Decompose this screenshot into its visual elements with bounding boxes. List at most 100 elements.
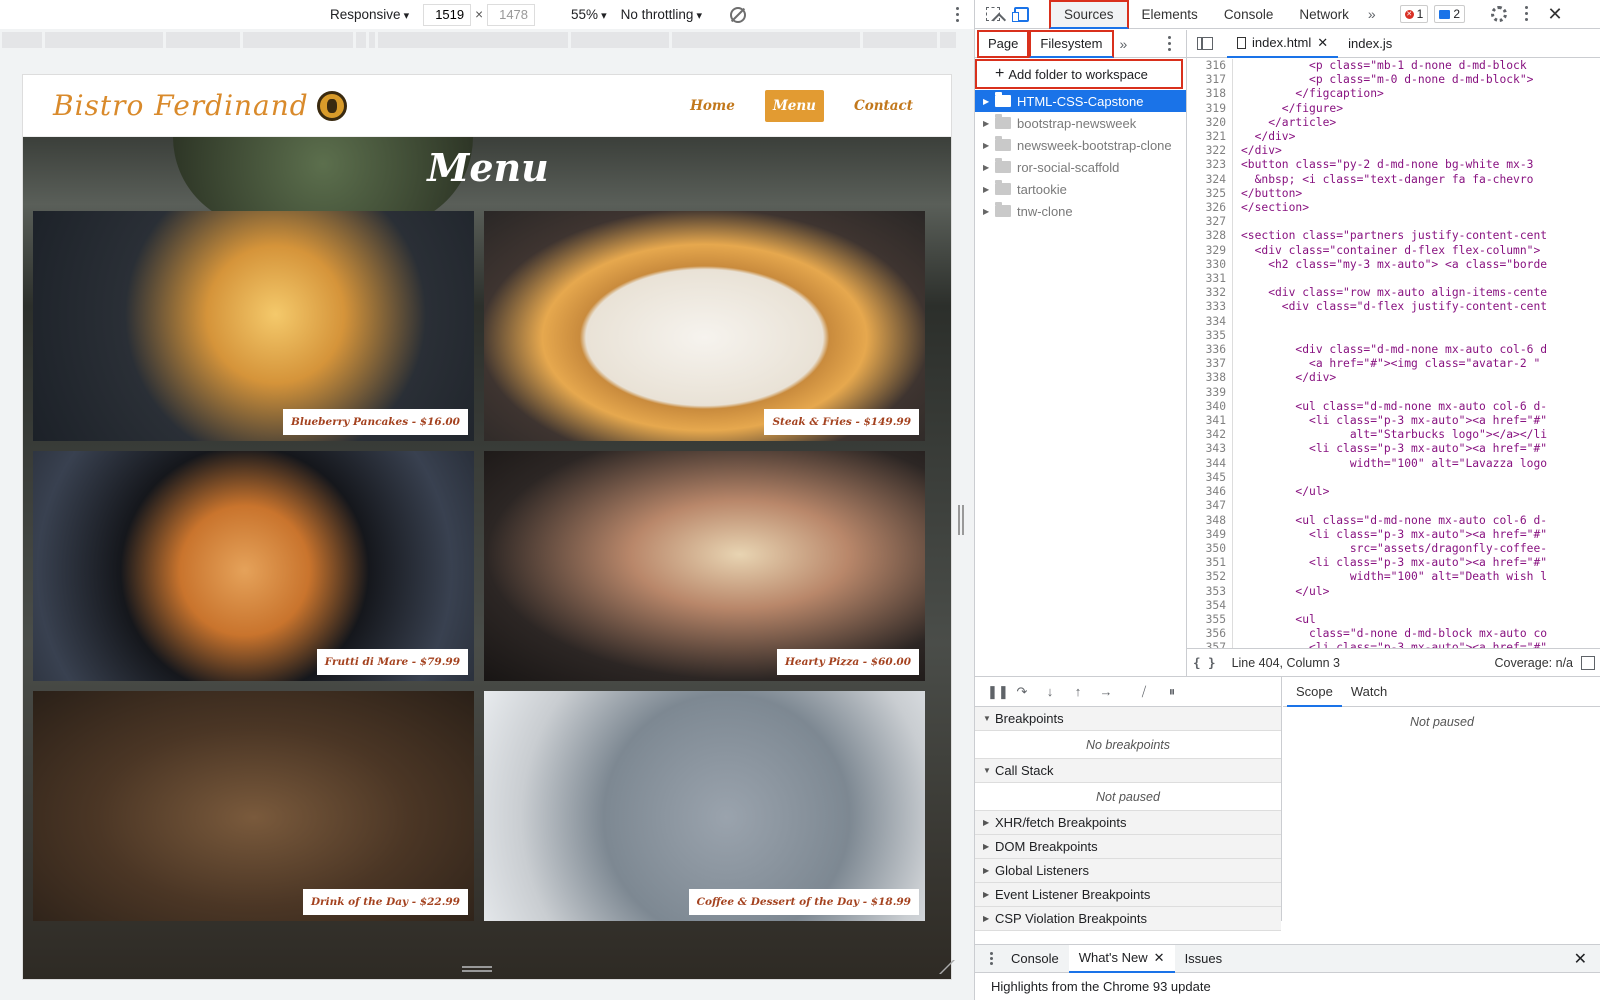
line-number[interactable]: 335 [1187,329,1226,343]
code-line[interactable]: </figcaption> [1241,87,1547,101]
code-line[interactable]: ​ [1241,599,1547,613]
line-number[interactable]: 348 [1187,514,1226,528]
folder-item[interactable]: ▶ bootstrap-newsweek [975,112,1186,134]
add-folder-button[interactable]: + Add folder to workspace [975,59,1183,89]
line-number[interactable]: 339 [1187,386,1226,400]
code-line[interactable]: <div class="d-md-none mx-auto col-6 d [1241,343,1547,357]
code-line[interactable]: ​ [1241,386,1547,400]
code-line[interactable]: <ul class="d-md-none mx-auto col-6 d- [1241,400,1547,414]
editor-tab-index-html[interactable]: index.html ✕ [1227,29,1339,58]
code-line[interactable]: <section class="partners justify-content… [1241,229,1547,243]
code-line[interactable]: <p class="m-0 d-none d-md-block"> [1241,73,1547,87]
close-tab-icon[interactable]: ✕ [1154,944,1165,972]
tab-network[interactable]: Network [1286,0,1362,29]
line-number[interactable]: 356 [1187,627,1226,641]
line-number[interactable]: 330 [1187,258,1226,272]
tab-console[interactable]: Console [1211,0,1287,29]
coverage-drawer-icon[interactable] [1581,655,1595,670]
line-number[interactable]: 347 [1187,499,1226,513]
code-view[interactable]: 316 317 318 319 320 321 322 323 324 325 326 327 328 3… [1187,59,1600,649]
folder-item[interactable]: ▶ tartookie [975,178,1186,200]
line-number[interactable]: 333 [1187,300,1226,314]
line-number[interactable]: 316 [1187,59,1226,73]
code-line[interactable]: class="d-none d-md-block mx-auto co [1241,627,1547,641]
code-line[interactable]: src="assets/dragonfly-coffee- [1241,542,1547,556]
pretty-print-icon[interactable]: { } [1193,655,1216,670]
code-line[interactable]: <h2 class="my-3 mx-auto"> <a class="bord… [1241,258,1547,272]
step-into-icon[interactable]: ↓ [1043,684,1057,699]
debugger-section-header[interactable]: ▶ Global Listeners [975,859,1281,883]
height-input[interactable] [487,3,536,26]
line-number[interactable]: 343 [1187,442,1226,456]
nav-link-home[interactable]: Home [682,90,743,122]
line-number[interactable]: 324 [1187,173,1226,187]
code-line[interactable]: <div class="d-flex justify-content-cent [1241,300,1547,314]
code-line[interactable]: ​ [1241,315,1547,329]
tab-scope[interactable]: Scope [1287,677,1342,707]
line-number[interactable]: 340 [1187,400,1226,414]
line-number[interactable]: 354 [1187,599,1226,613]
code-line[interactable]: </div> [1241,371,1547,385]
devtools-more-button[interactable] [1513,0,1541,28]
line-number[interactable]: 342 [1187,428,1226,442]
viewport-side-resize-handle[interactable] [958,505,964,535]
line-number[interactable]: 331 [1187,272,1226,286]
line-number[interactable]: 355 [1187,613,1226,627]
step-icon[interactable]: → [1099,684,1113,699]
step-out-icon[interactable]: ↑ [1071,684,1085,699]
step-over-icon[interactable]: ↷ [1015,684,1029,700]
code-line[interactable]: <div class="row mx-auto align-items-cent… [1241,286,1547,300]
code-line[interactable]: ​ [1241,499,1547,513]
line-number[interactable]: 344 [1187,457,1226,471]
debugger-section-header[interactable]: ▶ DOM Breakpoints [975,835,1281,859]
pause-icon[interactable]: ❚❚ [987,684,1009,700]
line-number[interactable]: 352 [1187,570,1226,584]
debugger-section-header[interactable]: ▶ XHR/fetch Breakpoints [975,811,1281,835]
line-number[interactable]: 317 [1187,73,1226,87]
toggle-navigator-icon[interactable] [1197,37,1213,50]
line-number[interactable]: 336 [1187,343,1226,357]
line-number[interactable]: 328 [1187,229,1226,243]
folder-item[interactable]: ▶ HTML-CSS-Capstone [975,90,1186,112]
nav-link-contact[interactable]: Contact [846,90,921,122]
line-number[interactable]: 318 [1187,87,1226,101]
code-line[interactable]: ​ [1241,329,1547,343]
line-number[interactable]: 345 [1187,471,1226,485]
close-tab-icon[interactable]: ✕ [1317,29,1328,57]
zoom-select[interactable]: 55% [571,7,607,22]
folder-item[interactable]: ▶ ror-social-scaffold [975,156,1186,178]
close-devtools-button[interactable]: ✕ [1541,0,1569,28]
line-number[interactable]: 321 [1187,130,1226,144]
device-more-icon[interactable] [956,7,960,23]
menu-card-pizza[interactable]: Hearty Pizza - $60.00 [484,451,925,681]
line-number[interactable]: 329 [1187,244,1226,258]
line-number[interactable]: 353 [1187,585,1226,599]
code-line[interactable]: </button> [1241,187,1547,201]
code-line[interactable]: </section> [1241,201,1547,215]
menu-card-drink[interactable]: Drink of the Day - $22.99 [33,691,474,921]
line-number[interactable]: 334 [1187,315,1226,329]
width-input[interactable] [423,3,472,26]
tab-watch[interactable]: Watch [1342,677,1396,707]
code-line[interactable]: ​ [1241,215,1547,229]
navigator-tab-filesystem[interactable]: Filesystem [1029,29,1114,58]
line-number[interactable]: 325 [1187,187,1226,201]
line-number[interactable]: 319 [1187,102,1226,116]
code-line[interactable]: ​ [1241,272,1547,286]
code-lines[interactable]: <p class="mb-1 d-none d-md-block <p clas… [1241,59,1547,649]
message-count-badge[interactable]: 2 [1434,5,1466,23]
menu-card-coffee[interactable]: Coffee & Dessert of the Day - $18.99 [484,691,925,921]
code-line[interactable]: <div class="container d-flex flex-column… [1241,244,1547,258]
line-number[interactable]: 341 [1187,414,1226,428]
code-line[interactable]: </figure> [1241,102,1547,116]
navigator-menu-icon[interactable] [1168,35,1172,52]
drawer-menu-icon[interactable] [981,952,1001,965]
code-line[interactable]: </ul> [1241,485,1547,499]
code-line[interactable]: <ul class="d-md-none mx-auto col-6 d- [1241,514,1547,528]
code-line[interactable]: &nbsp; <i class="text-danger fa fa-chevr… [1241,173,1547,187]
device-select[interactable]: Responsive [330,7,409,22]
close-drawer-icon[interactable]: ✕ [1574,949,1587,969]
code-line[interactable]: <button class="py-2 d-md-none bg-white m… [1241,158,1547,172]
menu-card-pancakes[interactable]: Blueberry Pancakes - $16.00 [33,211,474,441]
code-line[interactable]: alt="Starbucks logo"></a></li [1241,428,1547,442]
